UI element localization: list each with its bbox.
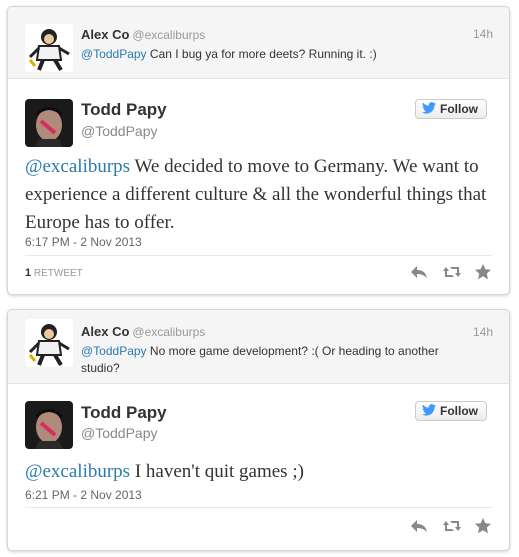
reply-author-name[interactable]: Alex Co [81, 27, 129, 42]
todd-papy-avatar[interactable] [25, 401, 73, 449]
tweet-mention-link[interactable]: @excaliburps [25, 461, 130, 482]
twitter-bird-icon [422, 101, 436, 117]
reply-mention-link[interactable]: @ToddPapy [81, 344, 147, 358]
in-reply-to-tweet: Alex Co @excaliburps 14h @ToddPapy Can I … [8, 7, 509, 79]
author-handle[interactable]: @ToddPapy [81, 123, 157, 139]
author-name[interactable]: Todd Papy [81, 100, 167, 120]
divider [25, 507, 492, 508]
reply-text: @ToddPapy Can I bug ya for more deets? R… [81, 46, 481, 63]
follow-button[interactable]: Follow [415, 99, 487, 119]
todd-papy-avatar[interactable] [25, 99, 73, 147]
alex-co-avatar[interactable] [25, 319, 73, 367]
reply-icon[interactable] [410, 517, 428, 535]
retweet-label: RETWEET [31, 268, 83, 279]
retweet-icon[interactable] [442, 263, 461, 281]
tweet-text: @excaliburps I haven't quit games ;) [25, 458, 495, 486]
tweet-card: Alex Co @excaliburps 14h @ToddPapy No mor… [7, 309, 510, 551]
reply-text: @ToddPapy No more game development? :( O… [81, 343, 461, 377]
reply-author-handle[interactable]: @excaliburps [132, 325, 205, 339]
reply-timestamp[interactable]: 14h [473, 27, 493, 41]
follow-label: Follow [440, 102, 478, 116]
twitter-bird-icon [422, 403, 436, 419]
tweet-mention-link[interactable]: @excaliburps [25, 156, 130, 177]
tweet-actions [410, 517, 492, 535]
reply-author-handle[interactable]: @excaliburps [132, 28, 205, 42]
in-reply-to-tweet: Alex Co @excaliburps 14h @ToddPapy No mor… [8, 310, 509, 384]
favorite-icon[interactable] [474, 517, 492, 535]
author-handle[interactable]: @ToddPapy [81, 425, 157, 441]
favorite-icon[interactable] [474, 263, 492, 281]
retweet-icon[interactable] [442, 517, 461, 535]
follow-button[interactable]: Follow [415, 401, 487, 421]
tweet-actions [410, 263, 492, 281]
reply-icon[interactable] [410, 263, 428, 281]
reply-body: Can I bug ya for more deets? Running it.… [146, 47, 377, 61]
tweet-text: @excaliburps We decided to move to Germa… [25, 153, 495, 237]
reply-author[interactable]: Alex Co @excaliburps [81, 324, 205, 339]
divider [25, 255, 492, 256]
reply-timestamp[interactable]: 14h [473, 325, 493, 339]
tweet-timestamp[interactable]: 6:17 PM - 2 Nov 2013 [25, 235, 142, 249]
retweet-count[interactable]: 1 RETWEET [25, 267, 83, 279]
tweet-body: I haven't quit games ;) [130, 461, 304, 482]
author-name[interactable]: Todd Papy [81, 403, 167, 423]
follow-label: Follow [440, 404, 478, 418]
reply-author-name[interactable]: Alex Co [81, 324, 129, 339]
reply-mention-link[interactable]: @ToddPapy [81, 47, 147, 61]
reply-author[interactable]: Alex Co @excaliburps [81, 27, 205, 42]
alex-co-avatar[interactable] [25, 24, 73, 72]
tweet-card: Alex Co @excaliburps 14h @ToddPapy Can I … [7, 6, 510, 295]
tweet-timestamp[interactable]: 6:21 PM - 2 Nov 2013 [25, 488, 142, 502]
